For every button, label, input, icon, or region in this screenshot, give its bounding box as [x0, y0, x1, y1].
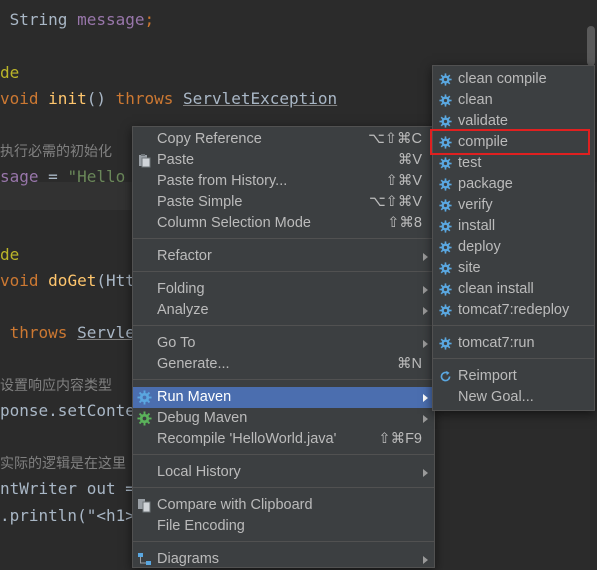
code-line-5: sage = "Hello — [0, 167, 126, 186]
maven-gear-icon — [439, 304, 452, 317]
maven-gear-icon — [439, 262, 452, 275]
reimport-icon — [440, 370, 451, 382]
maven-goal-tomcat7-redeploy[interactable]: tomcat7:redeploy — [433, 300, 594, 321]
menu-folding[interactable]: Folding — [133, 279, 434, 300]
submenu-arrow-icon — [423, 556, 428, 564]
code-line-2: de — [0, 63, 20, 82]
menu-generate[interactable]: Generate... ⌘N — [133, 354, 434, 375]
maven-goal-clean[interactable]: clean — [433, 90, 594, 111]
maven-gear-icon — [439, 283, 452, 296]
maven-new-goal[interactable]: New Goal... — [433, 387, 594, 408]
menu-copy-reference[interactable]: Copy Reference ⌥⇧⌘C — [133, 129, 434, 150]
code-line-14: .println("<h1> — [0, 506, 135, 525]
debug-gear-icon — [137, 411, 152, 426]
compile-highlight-box — [430, 129, 590, 155]
menu-local-history[interactable]: Local History — [133, 462, 434, 483]
maven-gear-icon — [439, 337, 452, 350]
maven-goal-test[interactable]: test — [433, 153, 594, 174]
code-line-4: 执行必需的初始化 — [0, 144, 112, 160]
maven-goal-install[interactable]: install — [433, 216, 594, 237]
compare-icon — [138, 499, 151, 513]
menu-separator — [133, 454, 434, 455]
menu-compare-with-clipboard[interactable]: Compare with Clipboard — [133, 495, 434, 516]
code-line-10: 设置响应内容类型 — [0, 378, 112, 394]
menu-debug-maven[interactable]: Debug Maven — [133, 408, 434, 429]
menu-column-selection-mode[interactable]: Column Selection Mode ⇧⌘8 — [133, 213, 434, 234]
maven-goal-clean-install[interactable]: clean install — [433, 279, 594, 300]
maven-goal-tomcat7-run[interactable]: tomcat7:run — [433, 333, 594, 354]
menu-separator — [133, 271, 434, 272]
submenu-arrow-icon — [423, 340, 428, 348]
code-line-9: throws Servle — [0, 323, 135, 342]
maven-reimport[interactable]: Reimport — [433, 366, 594, 387]
maven-goal-deploy[interactable]: deploy — [433, 237, 594, 258]
menu-go-to[interactable]: Go To — [133, 333, 434, 354]
maven-gear-icon — [439, 241, 452, 254]
menu-file-encoding[interactable]: File Encoding — [133, 516, 434, 537]
maven-goal-site[interactable]: site — [433, 258, 594, 279]
editor-scrollbar[interactable] — [587, 26, 595, 66]
maven-goal-package[interactable]: package — [433, 174, 594, 195]
submenu-arrow-icon — [423, 286, 428, 294]
menu-separator — [133, 541, 434, 542]
menu-separator — [133, 238, 434, 239]
maven-gear-icon — [439, 157, 452, 170]
menu-separator — [133, 325, 434, 326]
menu-recompile[interactable]: Recompile 'HelloWorld.java' ⇧⌘F9 — [133, 429, 434, 450]
submenu-arrow-icon — [423, 394, 428, 402]
editor-context-menu: Copy Reference ⌥⇧⌘C Paste ⌘V Paste from Hi… — [132, 126, 435, 568]
code-line-7: void doGet(Htt — [0, 271, 135, 290]
menu-paste-simple[interactable]: Paste Simple ⌥⇧⌘V — [133, 192, 434, 213]
paste-icon — [139, 154, 151, 168]
code-line-6: de — [0, 245, 20, 264]
submenu-arrow-icon — [423, 415, 428, 423]
code-line-11: ponse.setConte — [0, 401, 135, 420]
menu-run-maven[interactable]: Run Maven — [133, 387, 434, 408]
maven-gear-icon — [137, 390, 152, 405]
maven-gear-icon — [439, 178, 452, 191]
maven-goal-clean-compile[interactable]: clean compile — [433, 69, 594, 90]
menu-separator — [133, 487, 434, 488]
menu-paste[interactable]: Paste ⌘V — [133, 150, 434, 171]
maven-gear-icon — [439, 73, 452, 86]
code-line-3: void init() throws ServletException — [0, 89, 338, 108]
menu-paste-from-history[interactable]: Paste from History... ⇧⌘V — [133, 171, 434, 192]
maven-gear-icon — [439, 199, 452, 212]
code-line-13: ntWriter out = — [0, 479, 135, 498]
code-line-12: 实际的逻辑是在这里 — [0, 456, 126, 472]
submenu-arrow-icon — [423, 307, 428, 315]
menu-separator — [433, 325, 594, 326]
menu-separator — [433, 358, 594, 359]
maven-goal-verify[interactable]: verify — [433, 195, 594, 216]
menu-refactor[interactable]: Refactor — [133, 246, 434, 267]
submenu-arrow-icon — [423, 253, 428, 261]
maven-gear-icon — [439, 115, 452, 128]
run-maven-submenu: clean compile clean validate compile tes… — [432, 65, 595, 411]
menu-separator — [133, 379, 434, 380]
submenu-arrow-icon — [423, 469, 428, 477]
code-line-1: String message; — [9, 10, 155, 29]
maven-gear-icon — [439, 94, 452, 107]
menu-analyze[interactable]: Analyze — [133, 300, 434, 321]
maven-gear-icon — [439, 220, 452, 233]
